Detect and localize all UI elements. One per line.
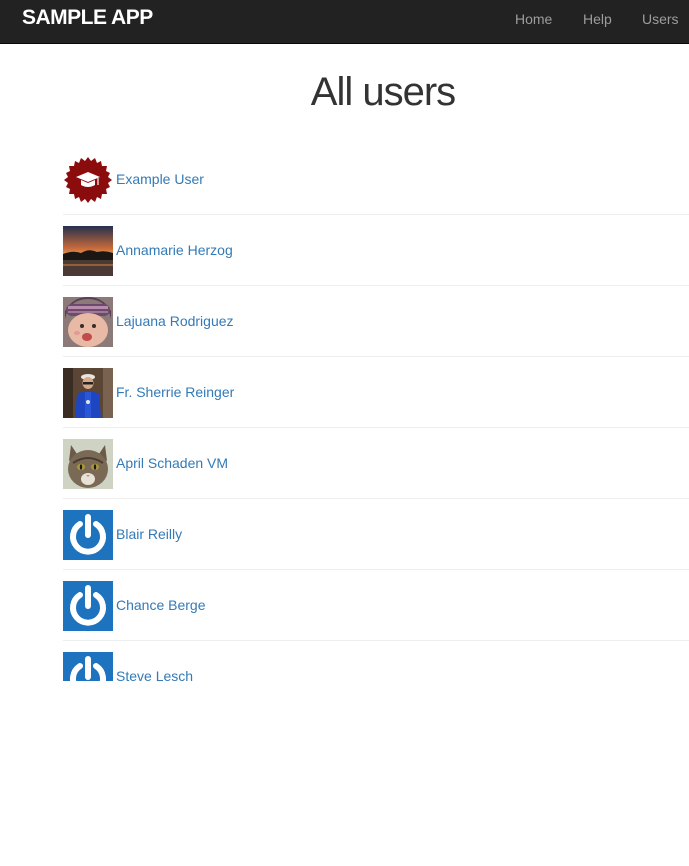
- nav-help-link[interactable]: Help: [583, 11, 612, 27]
- user-list-item: Example User: [63, 144, 689, 215]
- nav-home-link[interactable]: Home: [515, 11, 552, 27]
- user-list-item: Blair Reilly: [63, 499, 689, 570]
- navbar: SAMPLE APP Home Help Users: [0, 0, 689, 44]
- user-list-item: Chance Berge: [63, 570, 689, 641]
- page-title: All users: [310, 70, 456, 114]
- gravatar-default-icon[interactable]: [63, 652, 113, 681]
- user-name-link[interactable]: April Schaden VM: [116, 455, 228, 471]
- user-list-item: Fr. Sherrie Reinger: [63, 357, 689, 428]
- nav-users-link[interactable]: Users: [642, 11, 679, 27]
- users-list: Example User Annamarie Herzog Lajuana Ro…: [63, 144, 689, 681]
- user-name-link[interactable]: Lajuana Rodriguez: [116, 313, 234, 329]
- sunset-photo[interactable]: [63, 226, 113, 276]
- graduation-cap-seal-icon[interactable]: [63, 155, 113, 205]
- user-name-link[interactable]: Steve Lesch: [116, 668, 193, 681]
- user-list-item: Annamarie Herzog: [63, 215, 689, 286]
- user-list-item: Steve Lesch: [63, 641, 689, 681]
- user-name-link[interactable]: Blair Reilly: [116, 526, 182, 542]
- gravatar-default-icon[interactable]: [63, 581, 113, 631]
- users-list-container[interactable]: Example User Annamarie Herzog Lajuana Ro…: [63, 144, 689, 681]
- user-name-link[interactable]: Example User: [116, 171, 204, 187]
- gravatar-default-icon[interactable]: [63, 510, 113, 560]
- person-photo[interactable]: [63, 368, 113, 418]
- user-name-link[interactable]: Chance Berge: [116, 597, 206, 613]
- user-list-item: Lajuana Rodriguez: [63, 286, 689, 357]
- brand-logo[interactable]: SAMPLE APP: [22, 6, 153, 30]
- user-list-item: April Schaden VM: [63, 428, 689, 499]
- user-name-link[interactable]: Fr. Sherrie Reinger: [116, 384, 234, 400]
- cat-photo[interactable]: [63, 439, 113, 489]
- child-photo[interactable]: [63, 297, 113, 347]
- user-name-link[interactable]: Annamarie Herzog: [116, 242, 233, 258]
